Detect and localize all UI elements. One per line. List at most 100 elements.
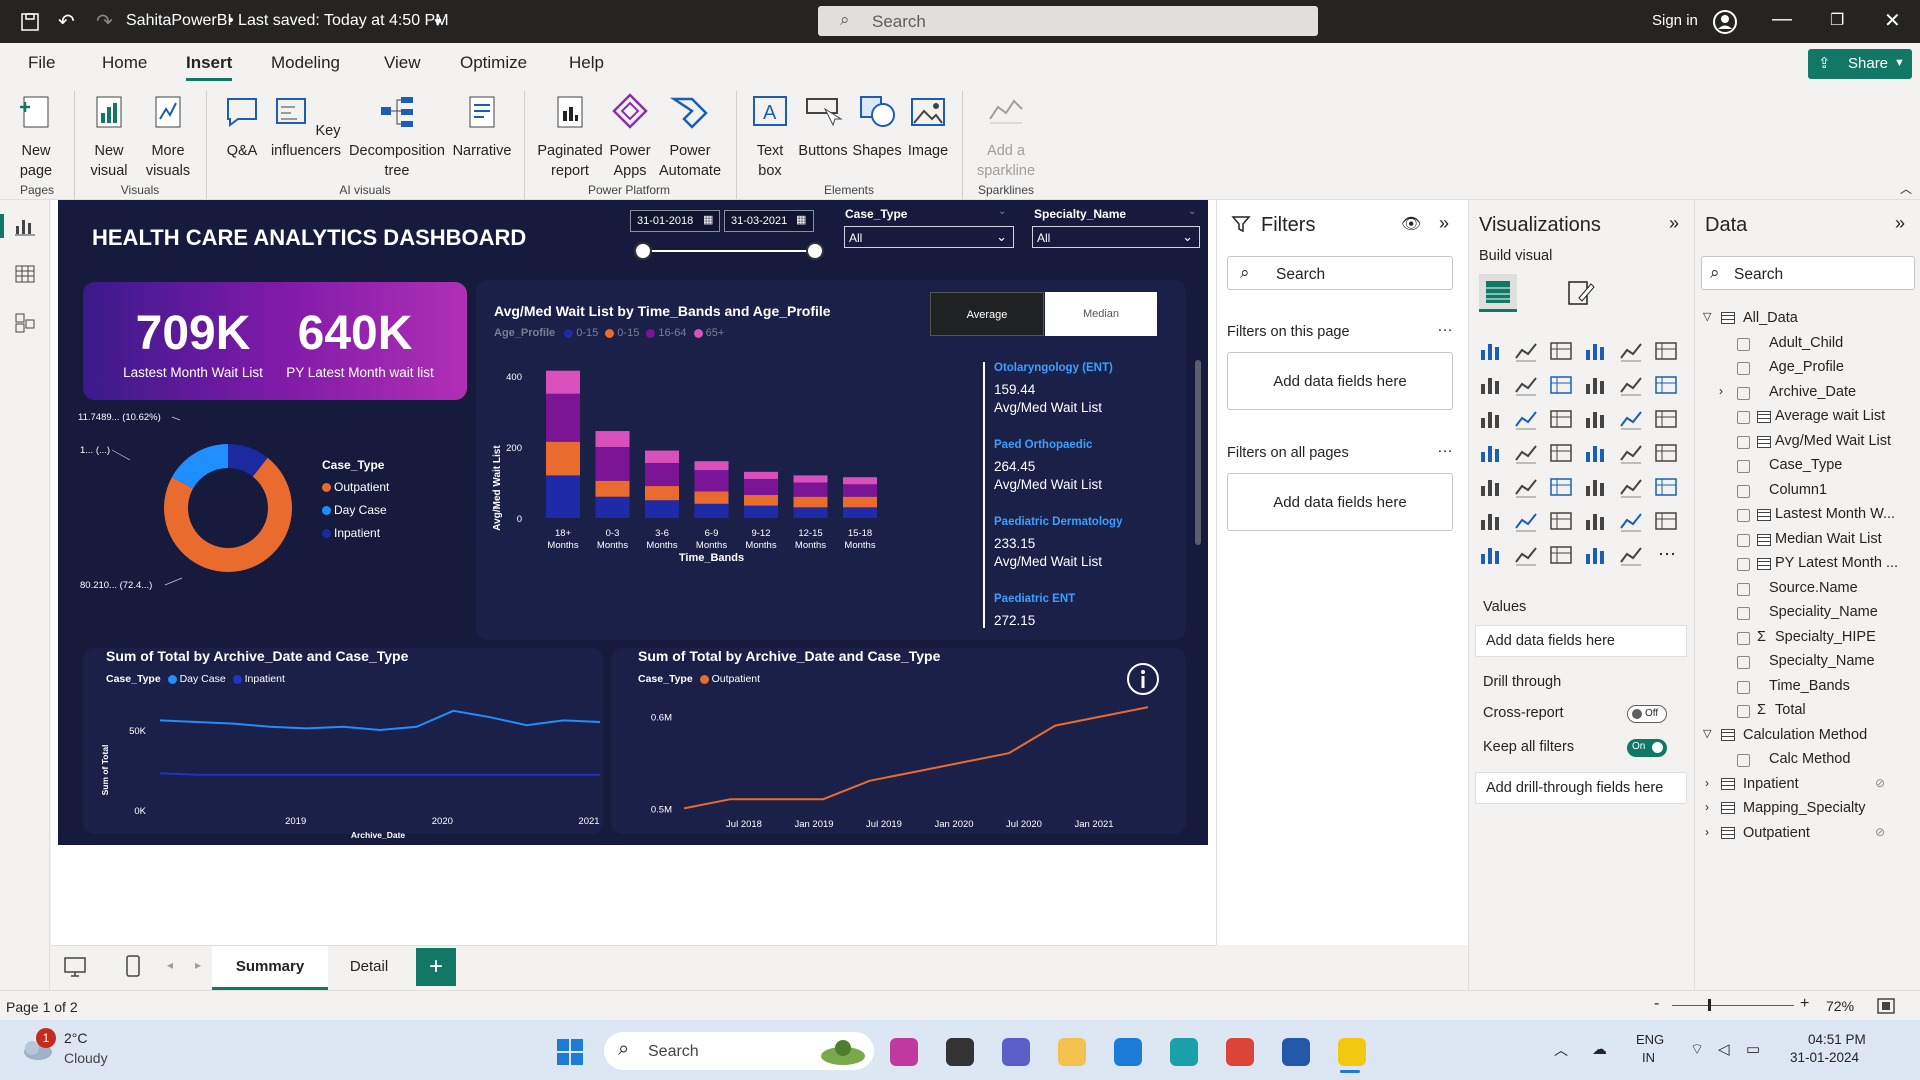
visual-type-icon[interactable]	[1619, 340, 1643, 362]
narrative-button[interactable]: Narrative	[450, 91, 514, 161]
new-visual-button[interactable]: New visual	[84, 91, 134, 181]
zoom-out-icon[interactable]: -	[1654, 995, 1659, 1013]
specialty-dropdown[interactable]: All ⌄	[1032, 226, 1200, 248]
menu-insert[interactable]: Insert	[186, 53, 233, 81]
visual-type-icon[interactable]	[1619, 510, 1643, 532]
cross-report-toggle[interactable]: Off	[1627, 705, 1667, 723]
volume-icon[interactable]: ◁	[1718, 1040, 1730, 1058]
visual-type-icon[interactable]	[1549, 374, 1573, 396]
visual-type-icon[interactable]	[1479, 510, 1503, 532]
language-region[interactable]: IN	[1642, 1050, 1655, 1065]
visual-type-icon[interactable]	[1619, 544, 1643, 566]
drill-through-dropzone[interactable]: Add drill-through fields here	[1475, 772, 1687, 804]
visual-type-icon[interactable]	[1514, 544, 1538, 566]
menu-file[interactable]: File	[28, 53, 55, 73]
zoom-slider-thumb[interactable]	[1708, 999, 1711, 1011]
desktop-layout-icon[interactable]	[63, 956, 87, 978]
visual-type-icon[interactable]	[1549, 340, 1573, 362]
visual-type-icon[interactable]	[1654, 340, 1678, 362]
visual-type-icon[interactable]	[1479, 340, 1503, 362]
tab-detail[interactable]: Detail	[328, 946, 410, 990]
visual-type-icon[interactable]	[1549, 476, 1573, 498]
scroll-right-icon[interactable]: ▸	[195, 958, 201, 972]
power-apps-button[interactable]: Power Apps	[606, 91, 654, 181]
visual-type-icon[interactable]	[1549, 408, 1573, 430]
chevron-down-icon[interactable]: ⌄	[1188, 206, 1196, 217]
collapse-pane-icon[interactable]: »	[1669, 213, 1679, 234]
buttons-button[interactable]: Buttons	[796, 91, 850, 161]
case-type-dropdown[interactable]: All ⌄	[844, 226, 1014, 248]
zoom-slider[interactable]	[1672, 1005, 1794, 1006]
language-code[interactable]: ENG	[1636, 1032, 1664, 1047]
visual-type-icon[interactable]	[1479, 476, 1503, 498]
windows-start-icon[interactable]	[556, 1038, 584, 1066]
global-search[interactable]: ⌕ Search	[818, 6, 1318, 36]
battery-icon[interactable]: ▭	[1746, 1040, 1760, 1058]
filters-all-dropzone[interactable]: Add data fields here	[1227, 473, 1453, 531]
decomposition-tree-button[interactable]: Decomposition tree	[346, 91, 448, 181]
visual-type-icon[interactable]	[1479, 408, 1503, 430]
visual-type-icon[interactable]	[1654, 408, 1678, 430]
visual-type-icon[interactable]	[1654, 442, 1678, 464]
values-dropzone[interactable]: Add data fields here	[1475, 625, 1687, 657]
visual-type-icon[interactable]	[1479, 374, 1503, 396]
calendar-icon[interactable]: ▦	[796, 213, 806, 226]
visual-type-icon[interactable]	[1654, 510, 1678, 532]
network-icon[interactable]: ☁	[1592, 1040, 1607, 1058]
file-explorer-icon[interactable]	[1058, 1038, 1086, 1066]
chrome-icon[interactable]	[1226, 1038, 1254, 1066]
data-search-input[interactable]: ⌕ Search	[1701, 256, 1915, 290]
chevron-down-icon[interactable]: ▼	[432, 15, 444, 29]
visual-type-icon[interactable]	[1619, 442, 1643, 464]
redo-icon[interactable]: ↷	[96, 9, 113, 34]
menu-help[interactable]: Help	[569, 53, 604, 73]
scrollbar[interactable]	[1195, 360, 1201, 545]
visual-type-icon[interactable]	[1549, 510, 1573, 532]
report-view-icon[interactable]	[14, 216, 36, 236]
add-page-button[interactable]: +	[416, 948, 456, 986]
visual-type-icon[interactable]	[1514, 340, 1538, 362]
teams-icon[interactable]	[1002, 1038, 1030, 1066]
model-view-icon[interactable]	[14, 312, 36, 334]
visual-type-icon[interactable]	[1654, 374, 1678, 396]
mail-icon[interactable]	[1114, 1038, 1142, 1066]
collapse-pane-icon[interactable]: »	[1895, 213, 1905, 234]
visual-type-icon[interactable]	[1619, 374, 1643, 396]
tab-summary[interactable]: Summary	[212, 946, 328, 990]
eye-icon[interactable]: 👁	[1401, 214, 1421, 234]
more-options-icon[interactable]: …	[1437, 318, 1453, 336]
clock-time[interactable]: 04:51 PM	[1808, 1032, 1866, 1047]
collapse-ribbon-icon[interactable]: ︿	[1900, 180, 1912, 197]
zoom-in-icon[interactable]: +	[1800, 995, 1809, 1013]
chevron-down-icon[interactable]: ⌄	[998, 206, 1006, 217]
image-button[interactable]: Image	[904, 91, 952, 161]
menu-modeling[interactable]: Modeling	[271, 53, 340, 73]
visual-type-icon[interactable]	[1479, 442, 1503, 464]
more-visuals-button[interactable]: More visuals	[140, 91, 196, 181]
save-icon[interactable]	[20, 12, 40, 32]
visual-type-icon[interactable]	[1584, 476, 1608, 498]
avatar-icon[interactable]	[1712, 9, 1738, 35]
share-button[interactable]: ⇪ Share ▼	[1808, 49, 1912, 79]
more-visuals-icon[interactable]: ⋯	[1658, 544, 1676, 565]
more-options-icon[interactable]: …	[1437, 439, 1453, 457]
text-box-button[interactable]: A Text box	[746, 91, 794, 181]
store-icon[interactable]	[1282, 1038, 1310, 1066]
calendar-icon[interactable]: ▦	[703, 213, 713, 226]
visual-type-icon[interactable]	[1584, 340, 1608, 362]
average-toggle-button[interactable]: Average	[930, 292, 1044, 336]
edge-icon[interactable]	[1170, 1038, 1198, 1066]
taskbar-search[interactable]: ⌕ Search	[604, 1032, 874, 1070]
copilot-icon[interactable]	[890, 1038, 918, 1066]
specialty-list[interactable]: Otolaryngology (ENT) 159.44 Avg/Med Wait…	[994, 362, 1174, 632]
maximize-icon[interactable]: ❐	[1830, 10, 1844, 30]
visual-type-icon[interactable]	[1514, 476, 1538, 498]
filters-search-input[interactable]: ⌕ Search	[1227, 256, 1453, 290]
collapse-pane-icon[interactable]: »	[1439, 213, 1449, 234]
menu-home[interactable]: Home	[102, 53, 147, 73]
line-chart-1[interactable]: 50K 0K Sum of Total 2019 2020 2021 Archive_Dat…	[88, 688, 608, 848]
visual-type-icon[interactable]	[1584, 510, 1608, 532]
visual-type-icon[interactable]	[1584, 544, 1608, 566]
key-influencers-button[interactable]: Key influencers	[268, 91, 344, 161]
chevron-up-icon[interactable]: ︿	[1554, 1040, 1568, 1060]
